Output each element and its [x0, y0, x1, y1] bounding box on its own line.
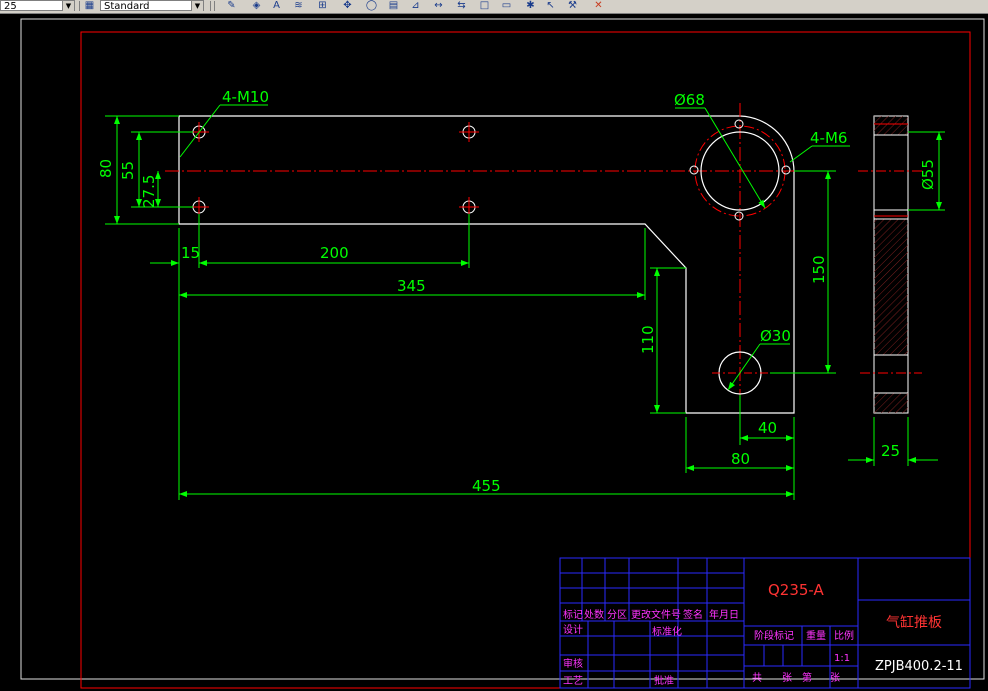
drawing-frame — [20, 18, 985, 689]
tb-process: 工艺 — [563, 675, 583, 687]
dim-80-vertical: 80 — [97, 159, 115, 178]
tb-drawing-no: ZPJB400.2-11 — [875, 659, 963, 674]
style-combo[interactable]: Standard ▼ — [100, 0, 204, 12]
dim-dia-30: Ø30 — [760, 327, 791, 345]
dim-4-m10: 4-M10 — [222, 88, 269, 106]
tb-design: 设计 — [563, 623, 583, 636]
dim-55: 55 — [119, 161, 137, 180]
pencil-icon[interactable]: ✎ — [225, 0, 238, 11]
grid-icon[interactable]: ⊞ — [316, 0, 329, 11]
dimension-icon[interactable]: ↔ — [432, 0, 445, 11]
dim-side-dia-55: Ø55 — [919, 159, 937, 190]
tb-sheet2: 张 — [830, 672, 840, 684]
dimensions — [105, 104, 850, 500]
tool-icon[interactable]: ⚒ — [566, 0, 579, 11]
match-props-icon[interactable]: ◈ — [250, 0, 263, 11]
tb-review: 审核 — [563, 657, 583, 670]
dimension-text: 4-M10 80 55 27.5 15 200 345 455 Ø68 4-M6… — [97, 88, 937, 495]
drawing-canvas[interactable]: 4-M10 80 55 27.5 15 200 345 455 Ø68 4-M6… — [0, 14, 988, 691]
dim-4-m6: 4-M6 — [810, 129, 847, 147]
tb-change-doc: 更改文件号 — [631, 608, 681, 621]
toolbar-separator — [210, 1, 211, 11]
tb-count: 处数 — [584, 608, 604, 621]
toolbar: 25 ▼ ▦ Standard ▼ ✎ ◈ A ≋ ⊞ ✥ ◯ ▤ ⊿ ↔ ⇆ … — [0, 0, 988, 14]
dim-345: 345 — [397, 277, 426, 295]
layer-combo[interactable]: 25 ▼ — [0, 0, 75, 12]
dim-150: 150 — [810, 255, 828, 284]
tb-part-name: 气缸推板 — [886, 614, 942, 631]
tb-sheet1: 张 — [782, 672, 792, 684]
main-view — [165, 103, 808, 414]
dim-style-manager-icon[interactable]: ▦ — [83, 0, 96, 11]
style-value: Standard — [104, 1, 150, 12]
tb-approve: 批准 — [654, 674, 674, 687]
toolbar-separator — [214, 1, 215, 11]
tb-date: 年月日 — [709, 608, 739, 621]
snap-icon[interactable]: ✱ — [524, 0, 537, 11]
dim-80-horizontal: 80 — [731, 450, 750, 468]
tb-scale-value: 1:1 — [834, 653, 850, 664]
dim-dia-68: Ø68 — [674, 91, 705, 109]
chevron-down-icon[interactable]: ▼ — [191, 1, 203, 11]
pointer-icon[interactable]: ↖ — [544, 0, 557, 11]
rect2-icon[interactable]: ▭ — [500, 0, 513, 11]
dim-200: 200 — [320, 244, 349, 262]
table-icon[interactable]: ▤ — [387, 0, 400, 11]
linear-dim-icon[interactable]: ⇆ — [455, 0, 468, 11]
tb-page: 第 — [802, 671, 812, 684]
tb-scale-label: 比例 — [834, 629, 854, 642]
tb-material: Q235-A — [768, 581, 825, 599]
text-style-icon[interactable]: A — [270, 0, 283, 11]
toolbar-separator — [79, 1, 80, 11]
title-block: 标记 处数 分区 更改文件号 签名 年月日 设计 标准化 审核 工艺 批准 阶段… — [559, 557, 971, 689]
dim-style-icon[interactable]: ≋ — [292, 0, 305, 11]
dim-27-5: 27.5 — [140, 175, 158, 208]
rect-icon[interactable]: □ — [478, 0, 491, 11]
tb-signature: 签名 — [683, 608, 703, 621]
tb-zone: 分区 — [607, 609, 627, 621]
dim-15: 15 — [181, 244, 200, 262]
dim-40: 40 — [758, 419, 777, 437]
chevron-down-icon[interactable]: ▼ — [62, 1, 74, 11]
measure-icon[interactable]: ⊿ — [409, 0, 422, 11]
tb-mark: 标记 — [563, 609, 583, 621]
eraser-icon[interactable]: ✕ — [592, 0, 605, 11]
orbit-icon[interactable]: ◯ — [365, 0, 378, 11]
tb-total: 共 — [752, 672, 762, 684]
tb-stage-mark: 阶段标记 — [754, 629, 794, 642]
tb-weight: 重量 — [806, 629, 826, 642]
pan-icon[interactable]: ✥ — [341, 0, 354, 11]
layer-value: 25 — [4, 1, 17, 12]
tb-standardize: 标准化 — [652, 625, 682, 638]
dim-side-25: 25 — [881, 442, 900, 460]
dim-455: 455 — [472, 477, 501, 495]
dim-110: 110 — [639, 325, 657, 354]
